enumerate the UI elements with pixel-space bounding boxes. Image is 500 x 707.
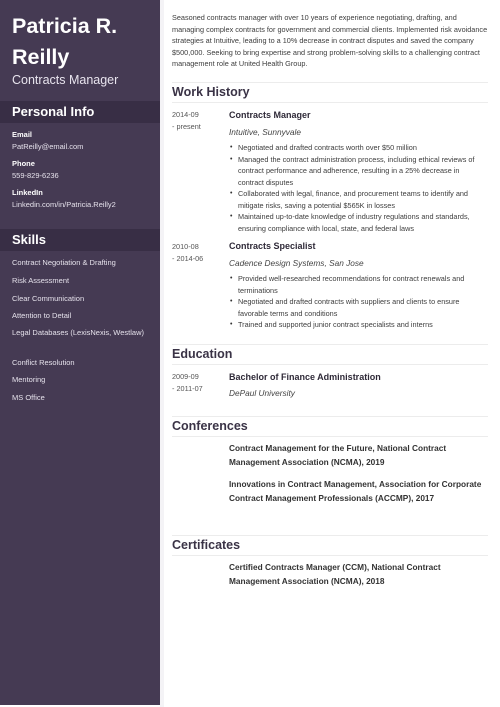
work-history-heading: Work History (172, 85, 250, 99)
job-bullet: Negotiated and drafted contracts worth o… (229, 142, 487, 154)
divider (172, 344, 488, 345)
phone-value[interactable]: 559-829-6236 (12, 171, 59, 180)
email-value[interactable]: PatReilly@email.com (12, 142, 83, 151)
certificates-heading: Certificates (172, 538, 241, 552)
certificate-item: Certified Contracts Manager (CCM), Natio… (229, 562, 441, 586)
job-date-start: 2014-09 (172, 110, 199, 119)
job-bullets: Provided well-researched recommendations… (229, 273, 487, 331)
job-company: Cadence Design Systems, San Jose (229, 258, 364, 268)
skill-item: MS Office (12, 393, 45, 402)
name-line-1: Patricia R. (12, 14, 118, 38)
conferences-heading: Conferences (172, 419, 248, 433)
personal-info-heading: Personal Info (12, 104, 95, 119)
skill-item: Clear Communication (12, 294, 85, 303)
skill-item: Legal Databases (LexisNexis, Westlaw) (12, 328, 145, 337)
divider (172, 416, 488, 417)
skill-item: Attention to Detail (12, 311, 72, 320)
email-label: Email (12, 130, 33, 139)
job-date-start: 2010-08 (172, 242, 199, 251)
divider (172, 364, 488, 365)
linkedin-label: LinkedIn (12, 188, 43, 197)
conference-item: Innovations in Contract Management, Asso… (229, 479, 482, 503)
job-bullet: Negotiated and drafted contracts with su… (229, 296, 487, 319)
skill-item: Risk Assessment (12, 276, 70, 285)
job-bullet: Collaborated with legal, finance, and pr… (229, 188, 487, 211)
job-date: 2010-08 - 2014-06 (172, 241, 222, 264)
divider (172, 436, 488, 437)
main-left-strip (160, 0, 164, 707)
job-bullet: Maintained up-to-date knowledge of indus… (229, 211, 487, 234)
job-bullet: Managed the contract administration proc… (229, 154, 487, 189)
education-date-start: 2009-09 (172, 372, 199, 381)
conference-item: Contract Management for the Future, Nati… (229, 443, 447, 467)
job-title: Contracts Manager (229, 110, 311, 120)
education-school: DePaul University (229, 388, 295, 398)
education-date: 2009-09 - 2011-07 (172, 371, 222, 394)
job-date-end: - present (172, 121, 201, 131)
divider (172, 102, 488, 103)
job-company: Intuitive, Sunnyvale (229, 127, 301, 137)
job-bullets: Negotiated and drafted contracts worth o… (229, 142, 487, 234)
job-title: Contracts Specialist (229, 241, 316, 251)
personal-info-header: Personal Info (0, 101, 160, 123)
candidate-title: Contracts Manager (12, 73, 119, 87)
summary: Seasoned contracts manager with over 10 … (172, 13, 488, 68)
job-date: 2014-09 - present (172, 109, 222, 132)
candidate-name: Patricia R. Reilly (12, 11, 117, 73)
education-date-end: - 2011-07 (172, 383, 203, 393)
divider (172, 555, 488, 556)
education-degree: Bachelor of Finance Administration (229, 372, 381, 382)
name-line-2: Reilly (12, 45, 70, 69)
phone-label: Phone (12, 159, 35, 168)
skill-item: Conflict Resolution (12, 358, 75, 367)
education-heading: Education (172, 347, 233, 361)
job-date-end: - 2014-06 (172, 253, 204, 263)
job-bullet: Trained and supported junior contract sp… (229, 319, 487, 331)
linkedin-value[interactable]: Linkedin.com/in/Patricia.Reilly2 (12, 200, 116, 209)
skill-item: Mentoring (12, 375, 46, 384)
divider (172, 82, 488, 83)
divider (172, 535, 488, 536)
skills-heading: Skills (12, 232, 46, 247)
job-bullet: Provided well-researched recommendations… (229, 273, 487, 296)
skill-item: Contract Negotiation & Drafting (12, 258, 116, 267)
skills-header: Skills (0, 229, 160, 251)
sidebar: Patricia R. Reilly Contracts Manager Per… (0, 0, 160, 705)
